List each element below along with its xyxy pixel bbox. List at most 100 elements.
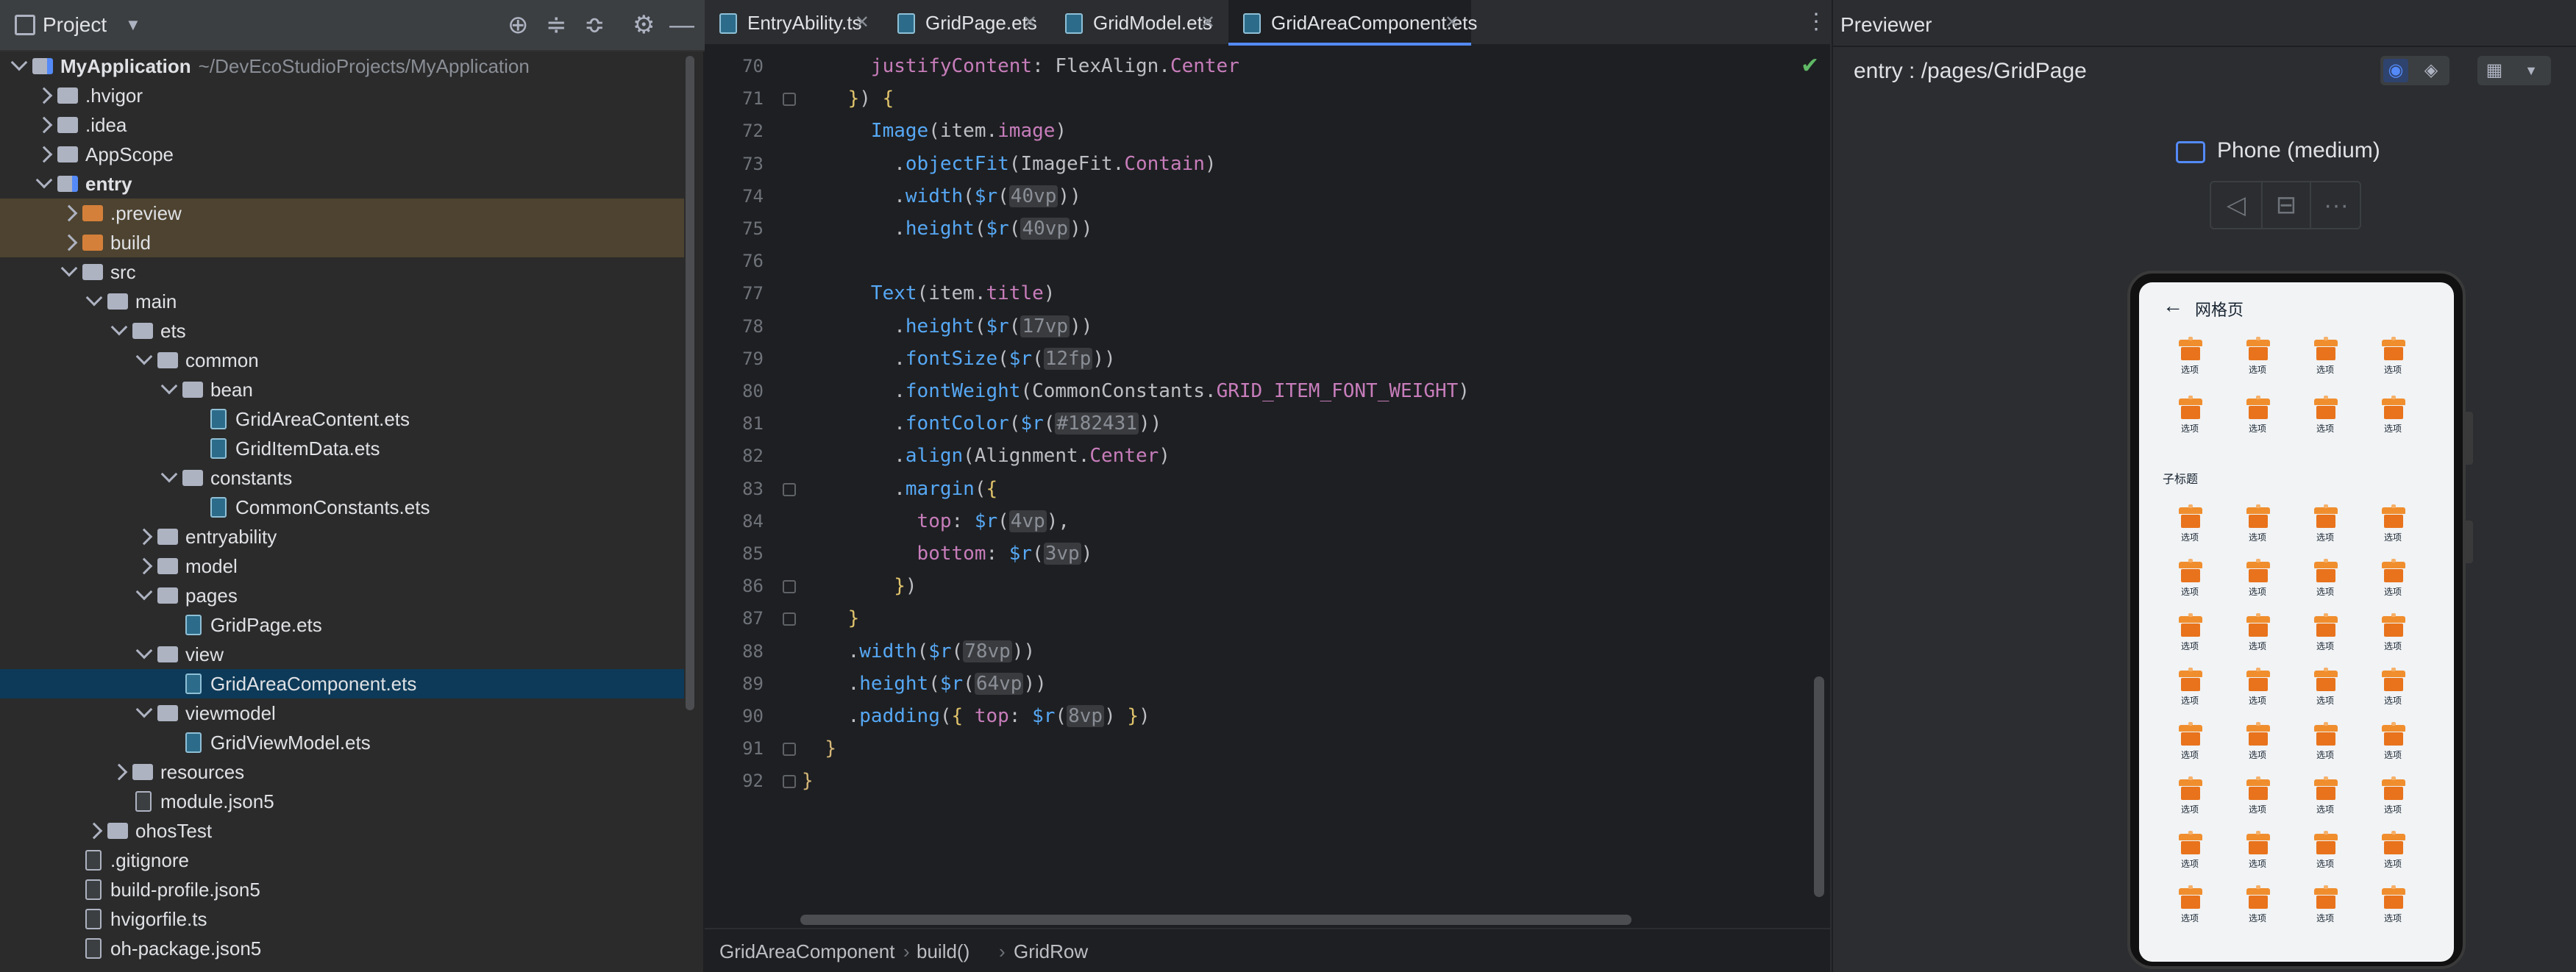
no-problems-check-icon[interactable]: ✔ — [1801, 53, 1819, 79]
grid-item[interactable]: 选项 — [2296, 884, 2354, 931]
code-line[interactable]: } — [802, 732, 836, 765]
tree-item[interactable]: MyApplication ~/DevEcoStudioProjects/MyAp… — [0, 51, 684, 81]
layers-icon[interactable]: ◈ — [2419, 59, 2444, 82]
tree-item[interactable]: constants — [0, 463, 684, 493]
close-icon[interactable]: ✕ — [855, 0, 869, 46]
tree-item[interactable]: entry — [0, 169, 684, 199]
tree-item[interactable]: oh-package.json5 — [0, 934, 684, 963]
code-line[interactable]: .objectFit(ImageFit.Contain) — [802, 148, 1216, 180]
code-line[interactable]: top: $r(4vp), — [802, 505, 1070, 537]
back-icon[interactable]: ◁ — [2211, 182, 2261, 228]
chevron-down-icon[interactable] — [10, 54, 28, 71]
chevron-right-icon[interactable] — [135, 528, 153, 546]
expand-all-icon[interactable]: ≑ — [546, 10, 567, 40]
chevron-down-icon[interactable] — [160, 465, 178, 483]
tree-item[interactable]: AppScope — [0, 140, 684, 169]
tab-entryability[interactable]: EntryAbility.ts ✕ — [705, 0, 881, 46]
tree-item[interactable]: .idea — [0, 110, 684, 140]
more-tabs-icon[interactable]: ⋮ — [1805, 9, 1827, 35]
more-icon[interactable]: ··· — [2311, 182, 2361, 228]
chevron-right-icon[interactable] — [60, 204, 78, 222]
tree-item[interactable]: view — [0, 640, 684, 669]
grid-item[interactable]: 选项 — [2229, 503, 2286, 550]
grid-item[interactable]: 选项 — [2364, 503, 2422, 550]
breadcrumb-item[interactable]: GridAreaComponent — [719, 929, 894, 972]
breadcrumb-item[interactable]: build() — [917, 929, 969, 972]
fold-icon[interactable] — [783, 580, 796, 594]
grid-item[interactable]: 选项 — [2229, 612, 2286, 659]
fold-icon[interactable] — [783, 743, 796, 757]
code-line[interactable]: .fontColor($r(#182431)) — [802, 407, 1161, 440]
close-icon[interactable]: ✕ — [1022, 0, 1037, 46]
close-icon[interactable]: ✕ — [1200, 0, 1215, 46]
chevron-right-icon[interactable] — [60, 234, 78, 251]
grid-item[interactable]: 选项 — [2296, 612, 2354, 659]
code-line[interactable]: .fontSize($r(12fp)) — [802, 343, 1116, 375]
tree-item[interactable]: bean — [0, 375, 684, 404]
grid-item[interactable]: 选项 — [2161, 503, 2219, 550]
fold-icon[interactable] — [783, 482, 796, 496]
tree-item[interactable]: CommonConstants.ets — [0, 493, 684, 522]
project-view-icon[interactable] — [15, 15, 35, 35]
grid-item[interactable]: 选项 — [2229, 884, 2286, 931]
code-line[interactable]: .align(Alignment.Center) — [802, 440, 1170, 472]
chevron-down-icon[interactable] — [110, 318, 128, 336]
chevron-down-icon[interactable] — [60, 260, 78, 277]
code-line[interactable]: Image(item.image) — [802, 115, 1067, 147]
locate-icon[interactable]: ⊕ — [508, 10, 529, 40]
tree-item[interactable]: GridAreaContent.ets — [0, 404, 684, 434]
tree-item[interactable]: resources — [0, 757, 684, 787]
tree-item[interactable]: src — [0, 257, 684, 287]
code-line[interactable]: .height($r(17vp)) — [802, 310, 1092, 343]
fold-icon[interactable] — [783, 612, 796, 626]
grid-item[interactable]: 选项 — [2229, 775, 2286, 822]
tree-item[interactable]: GridPage.ets — [0, 610, 684, 640]
grid-item[interactable]: 选项 — [2296, 394, 2354, 441]
chevron-right-icon[interactable] — [135, 557, 153, 575]
code-line[interactable]: .fontWeight(CommonConstants.GRID_ITEM_FO… — [802, 375, 1470, 407]
grid-item[interactable]: 选项 — [2229, 335, 2286, 382]
tree-item[interactable]: GridItemData.ets — [0, 434, 684, 463]
grid-item[interactable]: 选项 — [2296, 721, 2354, 768]
chevron-right-icon[interactable] — [85, 822, 103, 840]
collapse-all-icon[interactable]: ≎ — [584, 10, 605, 40]
grid-item[interactable]: 选项 — [2229, 666, 2286, 713]
chevron-down-icon[interactable] — [160, 377, 178, 395]
code-line[interactable]: } — [802, 765, 814, 797]
grid-item[interactable]: 选项 — [2364, 612, 2422, 659]
rotate-icon[interactable]: ⊟ — [2261, 182, 2311, 228]
grid-item[interactable]: 选项 — [2296, 503, 2354, 550]
chevron-right-icon[interactable] — [35, 87, 53, 104]
chevron-right-icon[interactable] — [110, 763, 128, 781]
chevron-down-icon[interactable] — [135, 583, 153, 601]
grid-item[interactable]: 选项 — [2161, 829, 2219, 876]
project-title[interactable]: Project — [43, 13, 107, 37]
tree-item[interactable]: build-profile.json5 — [0, 875, 684, 904]
tree-item[interactable]: .hvigor — [0, 81, 684, 110]
grid-item[interactable]: 选项 — [2161, 557, 2219, 604]
fold-icon[interactable] — [783, 775, 796, 789]
editor-vertical-scrollbar[interactable] — [1814, 676, 1824, 897]
project-tree-scrollbar[interactable] — [686, 56, 694, 710]
tree-item[interactable]: module.json5 — [0, 787, 684, 816]
settings-icon[interactable]: ⚙ — [633, 10, 655, 40]
grid-item[interactable]: 选项 — [2364, 884, 2422, 931]
grid-item[interactable]: 选项 — [2229, 721, 2286, 768]
grid-item[interactable]: 选项 — [2296, 335, 2354, 382]
tree-item[interactable]: common — [0, 346, 684, 375]
chevron-down-icon[interactable] — [85, 289, 103, 307]
close-icon[interactable]: ✕ — [1445, 0, 1459, 46]
grid-item[interactable]: 选项 — [2296, 829, 2354, 876]
hide-icon[interactable]: — — [669, 10, 694, 40]
grid-item[interactable]: 选项 — [2296, 775, 2354, 822]
chevron-down-icon[interactable] — [135, 642, 153, 660]
grid-item[interactable]: 选项 — [2161, 884, 2219, 931]
grid-item[interactable]: 选项 — [2229, 829, 2286, 876]
code-line[interactable]: .margin({ — [802, 473, 997, 505]
code-line[interactable]: }) — [802, 570, 917, 602]
grid-item[interactable]: 选项 — [2161, 721, 2219, 768]
tree-item[interactable]: .gitignore — [0, 846, 684, 875]
code-line[interactable]: justifyContent: FlexAlign.Center — [802, 50, 1239, 82]
tab-gridareacomponent[interactable]: GridAreaComponent.ets ✕ — [1228, 0, 1477, 46]
grid-item[interactable]: 选项 — [2364, 394, 2422, 441]
